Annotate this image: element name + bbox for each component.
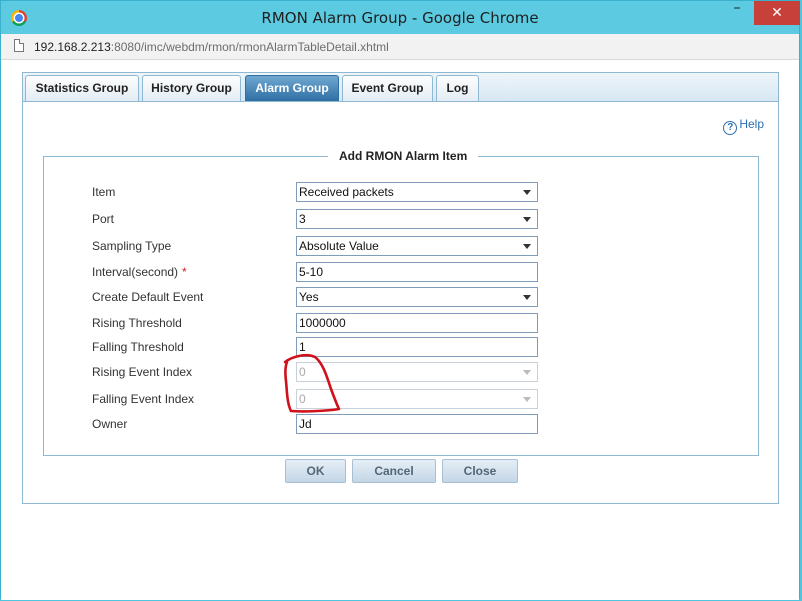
rising-event-index-value: 0 [299,365,306,379]
port-select[interactable]: 3 [296,209,538,229]
chevron-down-icon [523,295,531,300]
sampling-type-value: Absolute Value [299,239,379,253]
url-text[interactable]: 192.168.2.213:8080/imc/webdm/rmon/rmonAl… [34,40,389,54]
chevron-down-icon [523,370,531,375]
chevron-down-icon [523,190,531,195]
row-create-default-event: Create Default Event Yes [44,287,758,307]
falling-event-index-value: 0 [299,392,306,406]
tab-statistics-group[interactable]: Statistics Group [25,75,139,101]
help-icon: ? [723,121,738,135]
page-content: Statistics Group History Group Alarm Gro… [1,60,799,600]
row-interval: Interval(second) * 5-10 [44,262,758,282]
tab-history-group[interactable]: History Group [142,75,241,101]
row-falling-threshold: Falling Threshold 1 [44,337,758,357]
item-select[interactable]: Received packets [296,182,538,202]
interval-label-text: Interval(second) [92,265,179,279]
falling-threshold-input[interactable]: 1 [296,337,538,357]
rising-threshold-input[interactable]: 1000000 [296,313,538,333]
item-value: Received packets [299,185,394,199]
create-default-event-select[interactable]: Yes [296,287,538,307]
port-label: Port [92,212,115,226]
row-rising-threshold: Rising Threshold 1000000 [44,313,758,333]
help-link[interactable]: ? Help [723,117,764,135]
row-sampling-type: Sampling Type Absolute Value [44,236,758,256]
ok-button[interactable]: OK [285,459,346,483]
row-port: Port 3 [44,209,758,229]
rising-event-index-label: Rising Event Index [92,365,193,379]
browser-window: RMON Alarm Group - Google Chrome – ✕ 192… [0,0,800,600]
address-bar[interactable]: 192.168.2.213:8080/imc/webdm/rmon/rmonAl… [1,34,799,60]
row-falling-event-index: Falling Event Index 0 [44,389,758,409]
sampling-type-select[interactable]: Absolute Value [296,236,538,256]
close-window-button[interactable]: ✕ [754,1,800,25]
add-alarm-fieldset: Add RMON Alarm Item Item Received packet… [43,149,759,456]
interval-input[interactable]: 5-10 [296,262,538,282]
minimize-button[interactable]: – [723,1,751,25]
owner-label: Owner [92,417,128,431]
row-item: Item Received packets [44,182,758,202]
falling-event-index-label: Falling Event Index [92,392,195,406]
row-owner: Owner Jd [44,414,758,434]
chevron-down-icon [523,397,531,402]
chevron-down-icon [523,244,531,249]
window-title: RMON Alarm Group - Google Chrome [261,9,539,27]
rising-threshold-label: Rising Threshold [92,316,182,330]
title-bar[interactable]: RMON Alarm Group - Google Chrome – ✕ [1,1,800,34]
rising-event-index-select[interactable]: 0 [296,362,538,382]
create-default-event-label: Create Default Event [92,290,204,304]
sampling-type-label: Sampling Type [92,239,172,253]
rmon-panel: Statistics Group History Group Alarm Gro… [22,72,779,504]
port-value: 3 [299,212,306,226]
url-host: 192.168.2.213 [34,40,111,54]
close-button[interactable]: Close [442,459,518,483]
chevron-down-icon [523,217,531,222]
row-rising-event-index: Rising Event Index 0 [44,362,758,382]
tab-event-group[interactable]: Event Group [342,75,433,101]
required-marker: * [182,265,187,279]
url-path: :8080/imc/webdm/rmon/rmonAlarmTableDetai… [110,40,389,54]
item-label: Item [92,185,116,199]
cancel-button[interactable]: Cancel [352,459,436,483]
owner-input[interactable]: Jd [296,414,538,434]
fieldset-legend: Add RMON Alarm Item [328,149,479,163]
interval-label: Interval(second) * [92,265,187,279]
tab-log[interactable]: Log [436,75,479,101]
page-icon [14,39,24,52]
tab-strip: Statistics Group History Group Alarm Gro… [23,73,778,102]
falling-threshold-label: Falling Threshold [92,340,184,354]
create-default-event-value: Yes [299,290,319,304]
help-label: Help [739,117,764,131]
tab-alarm-group[interactable]: Alarm Group [245,75,339,101]
falling-event-index-select[interactable]: 0 [296,389,538,409]
